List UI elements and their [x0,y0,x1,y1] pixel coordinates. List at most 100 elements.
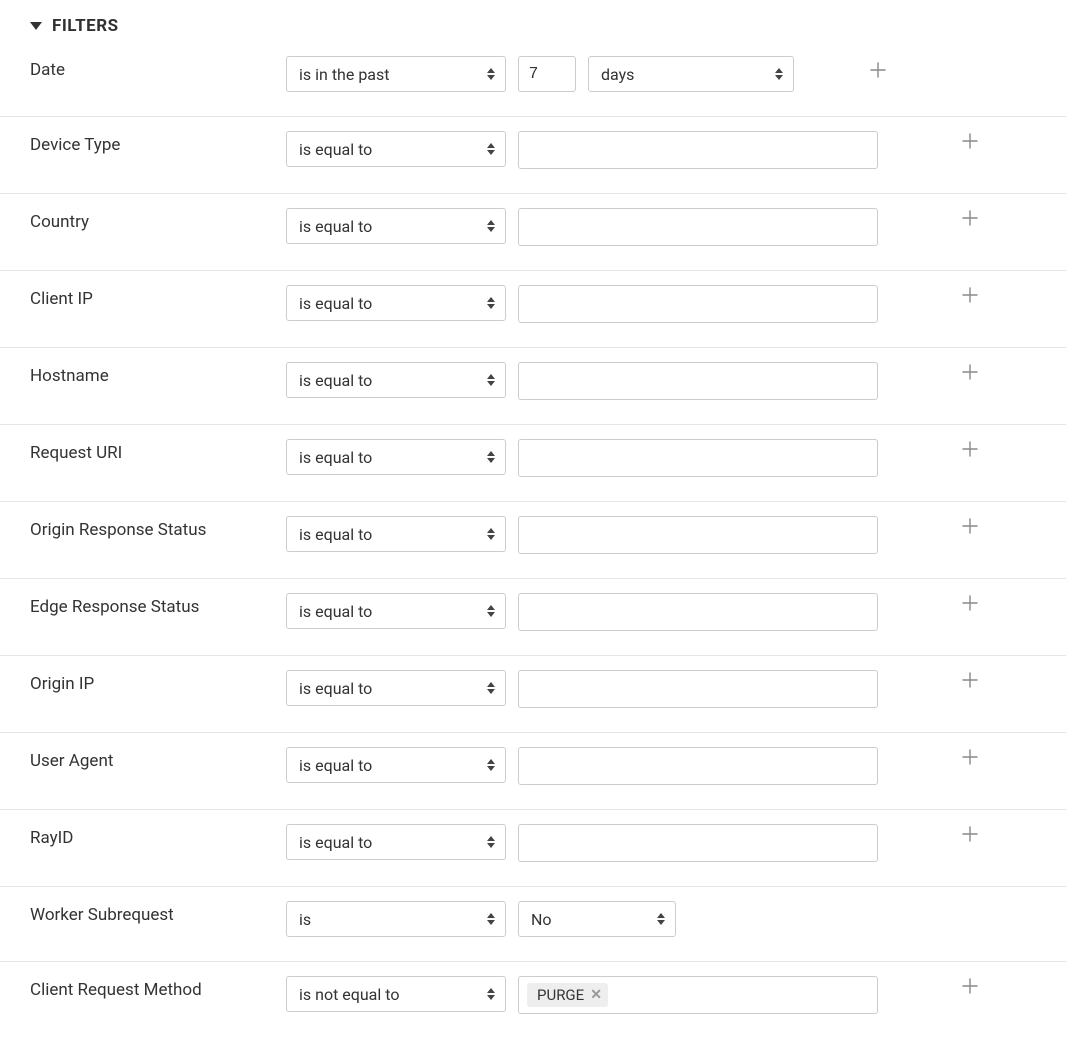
filter-controls: is No [286,901,1036,937]
number-input[interactable] [518,56,576,92]
value-input[interactable] [518,131,878,169]
value-input[interactable] [518,747,878,785]
value-select[interactable]: No [518,901,676,937]
filter-label: Worker Subrequest [30,901,286,925]
operator-select[interactable]: is equal to [286,824,506,860]
add-filter-button[interactable] [962,441,978,457]
operator-value: is not equal to [299,985,399,1004]
operator-select[interactable]: is equal to [286,593,506,629]
value-input[interactable] [518,362,878,400]
operator-value: is equal to [299,525,372,544]
filter-label: Client Request Method [30,976,286,1000]
select-arrows-icon [487,528,495,540]
filter-controls: is equal to [286,747,1036,785]
operator-select[interactable]: is equal to [286,285,506,321]
filter-row: Origin IP is equal to [0,656,1066,733]
value-input-field[interactable] [527,445,869,471]
select-arrows-icon [487,913,495,925]
operator-select[interactable]: is equal to [286,208,506,244]
operator-select[interactable]: is equal to [286,439,506,475]
operator-value: is equal to [299,371,372,390]
filters-header[interactable]: FILTERS [0,12,1066,46]
value-input-field[interactable] [527,753,869,779]
value-input-field[interactable] [527,137,869,163]
select-arrows-icon [657,913,665,925]
value-tag: PURGE ✕ [527,983,608,1007]
value-input-field[interactable] [527,830,869,856]
filter-controls: is equal to [286,516,1036,554]
filter-label: Request URI [30,439,286,463]
operator-select[interactable]: is equal to [286,362,506,398]
add-filter-button[interactable] [962,287,978,303]
operator-value: is equal to [299,679,372,698]
filter-controls: is equal to [286,439,1036,477]
filter-controls: is equal to [286,208,1036,246]
filter-label: Edge Response Status [30,593,286,617]
operator-value: is equal to [299,602,372,621]
value-input[interactable] [518,439,878,477]
chevron-down-icon [30,22,42,30]
add-filter-button[interactable] [962,826,978,842]
value-input-field[interactable] [527,291,869,317]
add-filter-button[interactable] [962,518,978,534]
operator-select[interactable]: is in the past [286,56,506,92]
value-input[interactable] [518,824,878,862]
select-arrows-icon [487,68,495,80]
operator-select[interactable]: is [286,901,506,937]
select-arrows-icon [775,68,783,80]
add-filter-button[interactable] [962,672,978,688]
filter-row: Origin Response Statusis equal to [0,502,1066,579]
operator-value: is equal to [299,294,372,313]
add-filter-button[interactable] [962,749,978,765]
operator-select[interactable]: is equal to [286,670,506,706]
value-input[interactable] [518,593,878,631]
filter-controls: is equal to [286,362,1036,400]
filter-controls: is not equal to PURGE ✕ [286,976,1036,1014]
value-input-field[interactable] [527,599,869,625]
operator-value: is [299,910,311,929]
operator-select[interactable]: is not equal to [286,976,506,1012]
tag-remove-icon[interactable]: ✕ [590,988,602,1002]
filter-controls: is equal to [286,285,1036,323]
filter-controls: is equal to [286,131,1036,169]
filter-row: Hostname is equal to [0,348,1066,425]
filter-controls: is equal to [286,593,1036,631]
value-input[interactable] [518,670,878,708]
add-filter-button[interactable] [962,210,978,226]
operator-select[interactable]: is equal to [286,747,506,783]
filter-label: RayID [30,824,286,848]
operator-select[interactable]: is equal to [286,516,506,552]
filter-label: Origin IP [30,670,286,694]
select-arrows-icon [487,374,495,386]
operator-value: is equal to [299,448,372,467]
operator-value: is equal to [299,833,372,852]
add-filter-button[interactable] [962,595,978,611]
filters-list: Dateis in the past days Device Typeis equa… [0,46,1066,1038]
filter-row: Client Request Method is not equal to PURG… [0,962,1066,1038]
filter-label: Date [30,56,286,80]
add-filter-button[interactable] [962,978,978,994]
unit-select[interactable]: days [588,56,794,92]
add-filter-button[interactable] [962,133,978,149]
value-input-field[interactable] [527,214,869,240]
select-arrows-icon [487,682,495,694]
filter-label: Hostname [30,362,286,386]
select-arrows-icon [487,220,495,232]
value-input[interactable]: PURGE ✕ [518,976,878,1014]
operator-select[interactable]: is equal to [286,131,506,167]
tag-label: PURGE [537,986,584,1004]
filter-controls: is equal to [286,824,1036,862]
filter-row: Countryis equal to [0,194,1066,271]
filter-row: Device Typeis equal to [0,117,1066,194]
value-input-field[interactable] [614,982,869,1008]
filter-controls: is equal to [286,670,1036,708]
value-input[interactable] [518,285,878,323]
value-input-field[interactable] [527,368,869,394]
value-input[interactable] [518,516,878,554]
value-input[interactable] [518,208,878,246]
value-input-field[interactable] [527,676,869,702]
add-filter-button[interactable] [870,62,886,78]
add-filter-button[interactable] [962,364,978,380]
value-input-field[interactable] [527,522,869,548]
operator-value: is equal to [299,756,372,775]
